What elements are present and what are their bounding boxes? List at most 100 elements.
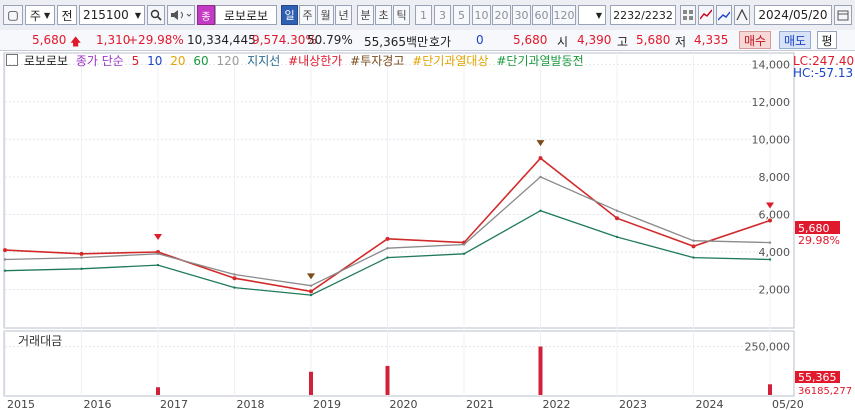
y-tick-label: 10,000 [752,133,791,146]
chart-toolbar: ▢ 주 ▼ 전 215100 ▼ 종 로보로보 일 주 월 년 분 초 틱 1 3… [0,0,855,31]
ask-label: 호가 [429,35,452,49]
x-tick-label: 2021 [466,398,494,410]
legend-ma-20[interactable]: 20 [170,54,185,68]
volume-panel-title: 거래대금 [18,334,62,348]
interval-30[interactable]: 30 [512,5,531,25]
chevron-down-icon: ▼ [595,10,602,20]
compare-chart-icon[interactable] [698,5,714,25]
legend-support-line[interactable]: 지지선 [247,54,280,68]
period-week[interactable]: 주 [299,5,316,25]
series-point [3,269,7,272]
window-menu-icon[interactable]: ▢ [3,5,23,25]
y-tick-label: 12,000 [752,96,791,109]
trade-volume: 10,334,445 [187,33,256,47]
rate-tag: 29.98% [798,234,840,247]
legend-ma-60[interactable]: 60 [193,54,208,68]
interval-1[interactable]: 1 [415,5,432,25]
ask-value: 0 [476,33,484,47]
series-point [462,252,466,256]
series-point [692,239,695,242]
interval-10[interactable]: 10 [472,5,491,25]
legend-ma-120[interactable]: 120 [216,54,239,68]
legend-item-overheat-target[interactable]: #단기과열대상 [412,54,488,68]
trade-amount: 55,365백만 [364,35,429,49]
x-axis: 2015 2016 2017 2018 2019 2020 2021 2022 2023 2024… [7,398,804,410]
volume-tick-label: 250,000 [745,341,791,354]
interval-120[interactable]: 120 [552,5,576,25]
series-point [80,256,83,259]
legend-item-invest-warning[interactable]: #투자경고 [350,54,404,68]
x-tick-label: 2023 [619,398,647,410]
interval-60[interactable]: 60 [532,5,551,25]
legend-square-icon [6,54,18,66]
settings-chart-icon[interactable] [716,5,732,25]
overlay-icon[interactable] [734,5,750,25]
sound-icon[interactable] [167,5,195,25]
chevron-down-icon: ▼ [43,10,51,20]
volume-bar [309,371,313,395]
volume-value-tag: 55,365 [798,371,837,384]
period-year[interactable]: 년 [335,5,352,25]
series-point [538,156,543,161]
hc-label: HC:-57.13 [793,66,853,80]
series-point [692,256,695,259]
price-change-rate: +29.98% [128,33,184,47]
high-price: 5,680 [636,33,671,47]
series-point [615,216,619,221]
market-select[interactable]: 주 ▼ [25,5,55,25]
eval-button[interactable]: 평 [817,31,837,49]
volume-bar [768,384,772,395]
stock-type-badge: 종 [197,5,215,25]
x-tick-label: 2016 [84,398,112,410]
legend-ma-label[interactable]: 종가 단순 [76,54,124,68]
volume-bar [538,346,543,395]
quote-bar: 5,680 🡅 1,310 +29.98% 10,334,445 9,574.3… [0,30,855,51]
type-select[interactable]: 전 [57,5,77,25]
interval-20[interactable]: 20 [492,5,511,25]
series-point [80,267,83,271]
interval-3[interactable]: 3 [434,5,451,25]
series-point [768,218,772,223]
x-tick-label: 2017 [160,398,188,410]
legend-item-overheat-pending[interactable]: #단기과열발동전 [496,54,583,68]
series-point [768,258,772,261]
volume-bar [156,387,160,395]
series-point [233,286,236,289]
y-tick-label: 6,000 [759,208,791,221]
period-day[interactable]: 일 [281,5,298,25]
period-second[interactable]: 초 [375,5,392,25]
volume-panel-frame [3,330,795,397]
x-tick-label: 05/20 [772,398,804,410]
interval-5[interactable]: 5 [453,5,470,25]
legend-ma-5[interactable]: 5 [132,54,140,68]
stock-code-input[interactable]: 215100 ▼ [79,5,145,25]
search-icon[interactable] [147,5,165,25]
period-minute[interactable]: 분 [357,5,374,25]
period-tick[interactable]: 틱 [393,5,410,25]
series-point [232,276,237,281]
price-change: 1,310 [96,33,131,47]
series-point [462,243,466,246]
buy-button[interactable]: 매수 [739,31,771,49]
y-tick-label: 8,000 [759,171,791,184]
interval-custom-select[interactable]: ▼ [578,5,606,25]
grid-icon[interactable] [680,5,696,25]
data-count-field[interactable]: 2232/2232 [610,5,676,25]
legend-ma-10[interactable]: 10 [147,54,162,68]
sell-button[interactable]: 매도 [779,31,811,49]
x-tick-label: 2018 [237,398,265,410]
series-point [309,289,313,294]
stock-chart[interactable]: 14,000 12,000 10,000 8,000 6,000 4,000 2,000 2… [0,51,855,410]
x-tick-label: 2019 [313,398,341,410]
open-price: 4,390 [577,33,612,47]
x-tick-label: 2015 [7,398,35,410]
calendar-icon[interactable] [834,5,852,25]
series-point [309,293,313,297]
legend-stock-name[interactable]: 로보로보 [24,54,68,68]
period-month[interactable]: 월 [317,5,334,25]
date-field[interactable]: 2024/05/20 [754,5,832,25]
series-point [79,251,84,256]
legend-item-upper-limit[interactable]: #내상한가 [288,54,342,68]
series-point [539,175,542,179]
volume-bar [385,365,390,395]
